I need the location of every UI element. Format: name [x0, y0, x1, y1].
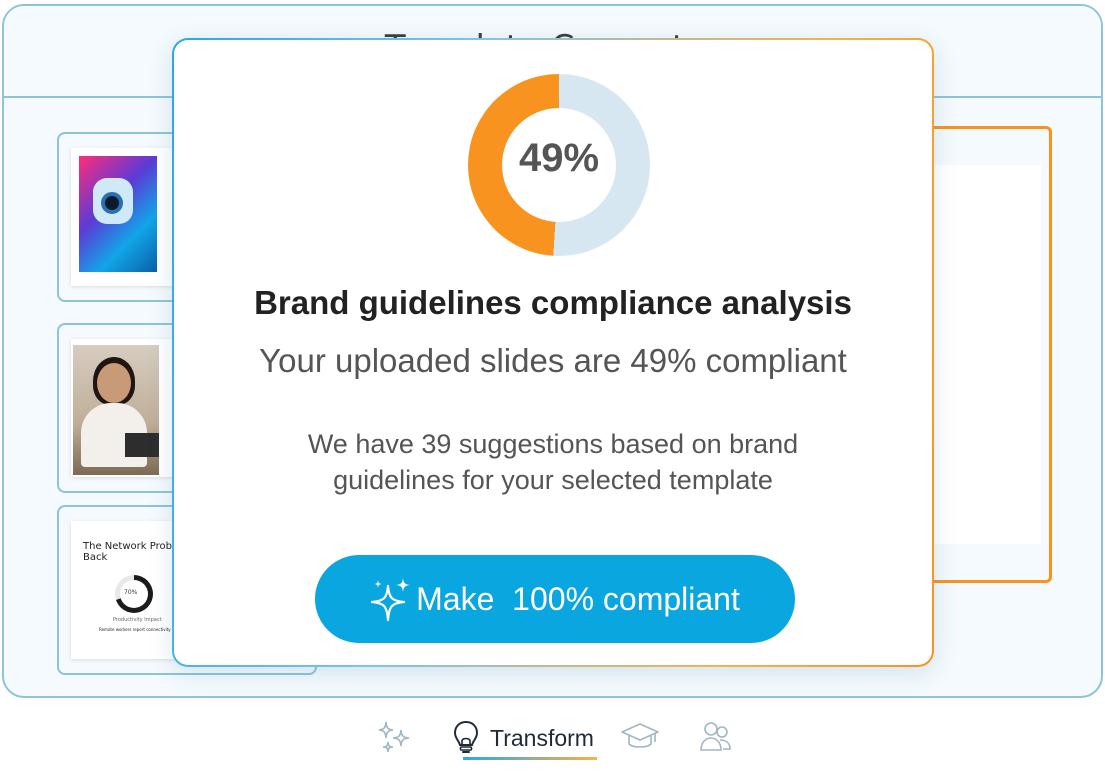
- mini-donut-label: 70%: [124, 589, 138, 596]
- toolbar-item-transform[interactable]: Transform: [452, 716, 594, 760]
- make-compliant-label: Make 100% compliant: [416, 580, 740, 617]
- users-icon[interactable]: [698, 718, 734, 754]
- slide-title-line2: Back: [83, 552, 108, 563]
- compliance-donut-chart: 49%: [468, 74, 650, 256]
- lightbulb-icon: [453, 720, 479, 753]
- toolbar-item-label: Transform: [490, 724, 594, 751]
- modal-title: Brand guidelines compliance analysis: [254, 284, 852, 321]
- make-compliant-button[interactable]: Make 100% compliant: [315, 555, 795, 643]
- compliance-percent: 49%: [518, 136, 600, 180]
- person-photo: [73, 345, 159, 475]
- laptop-image: [125, 433, 159, 457]
- person-face: [97, 363, 131, 403]
- compliance-modal: 49% Brand guidelines compliance analysis…: [172, 38, 934, 667]
- sparkle-icon: [371, 578, 411, 622]
- sparkles-icon[interactable]: [376, 718, 412, 754]
- camera-lens: [101, 192, 123, 214]
- graduation-cap-icon[interactable]: [620, 718, 660, 754]
- active-tab-indicator: [463, 757, 597, 760]
- slide-caption: Productivity Impact: [113, 617, 162, 623]
- bottom-toolbar: Transform: [0, 712, 1105, 772]
- modal-subtitle: Your uploaded slides are 49% compliant: [259, 342, 847, 379]
- modal-description: We have 39 suggestions based on brand gu…: [307, 429, 799, 495]
